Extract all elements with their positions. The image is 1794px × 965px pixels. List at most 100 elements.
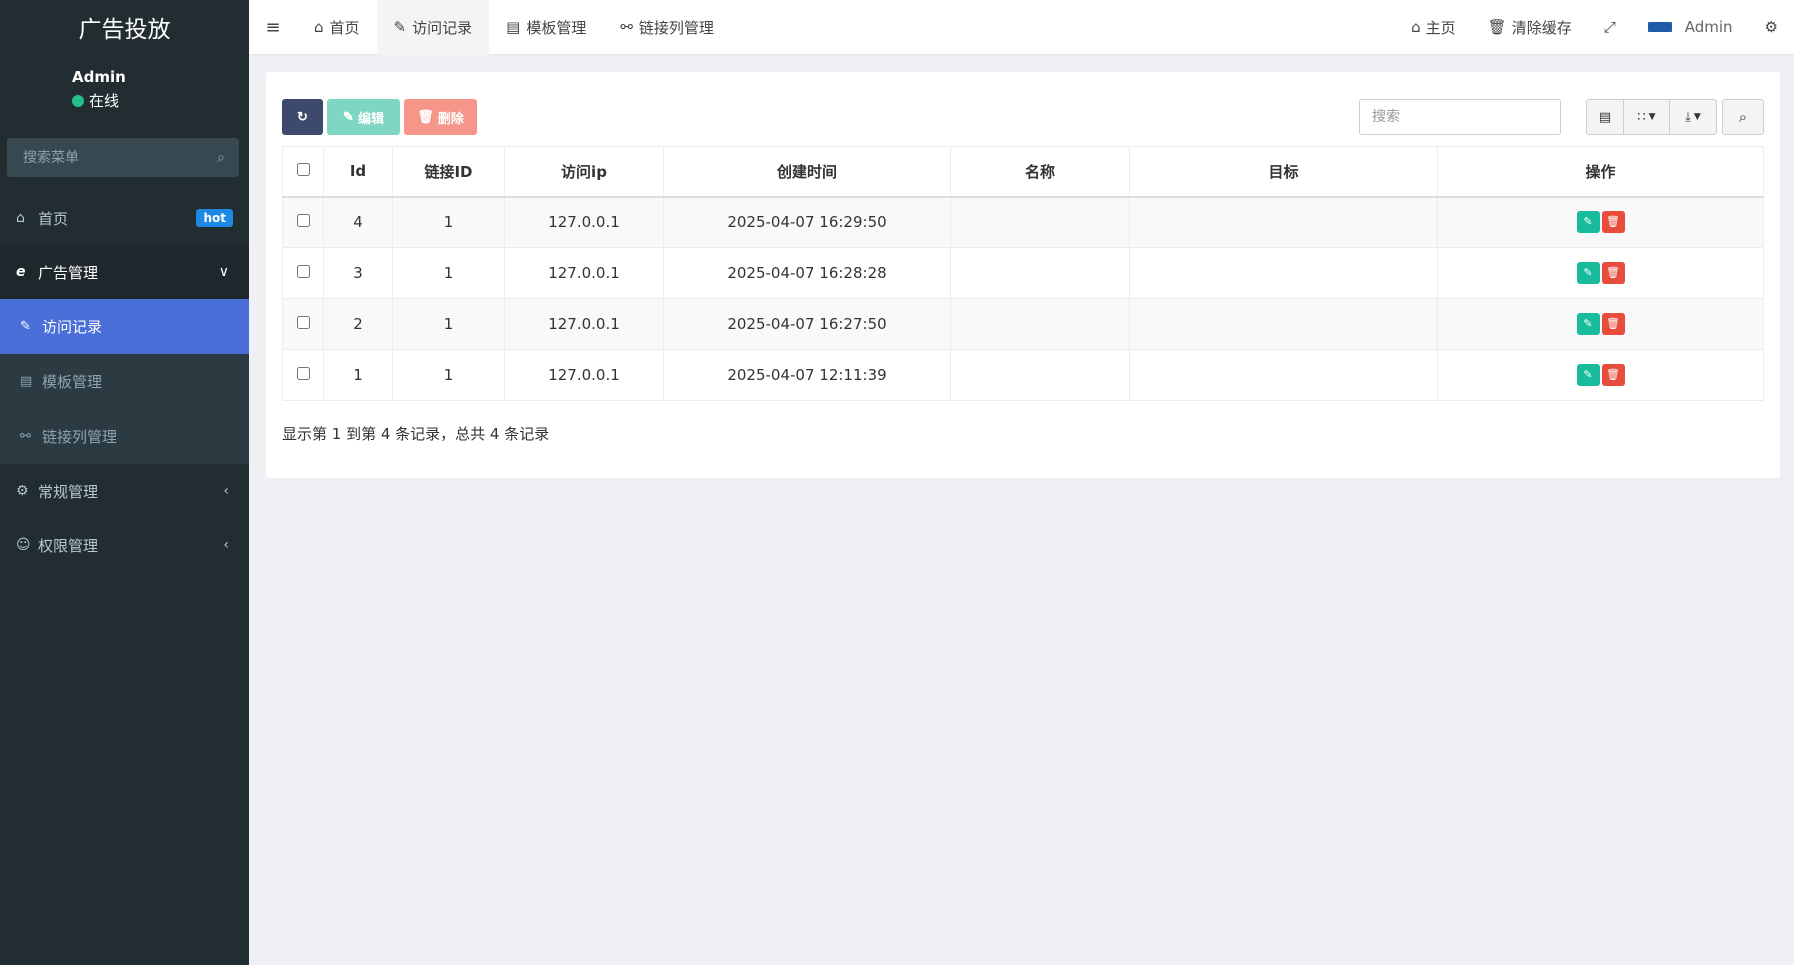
cell-target	[1129, 196, 1438, 248]
toggle-view-button[interactable]: ▤	[1587, 100, 1624, 134]
select-all-checkbox[interactable]	[296, 163, 310, 177]
row-checkbox[interactable]	[296, 316, 310, 329]
table-row[interactable]: 3 1 127.0.0.1 2025-04-07 16:28:28 ✎ 🗑︎	[282, 247, 1764, 299]
row-edit-button[interactable]: ✎	[1576, 262, 1600, 284]
unlink-icon: ⚯	[620, 18, 633, 36]
table-row[interactable]: 1 1 127.0.0.1 2025-04-07 12:11:39 ✎ 🗑︎	[282, 349, 1764, 401]
gears-icon: ⚙	[1764, 18, 1778, 36]
header-target[interactable]: 目标	[1129, 146, 1438, 198]
sidebar-item-permission-management[interactable]: ☺ 权限管理 ‹	[0, 518, 249, 572]
row-select-cell	[282, 247, 324, 299]
search-input[interactable]	[1359, 99, 1561, 135]
edit-button[interactable]: ✎ 编辑	[327, 99, 400, 135]
row-delete-button[interactable]: 🗑︎	[1601, 211, 1625, 234]
table-row[interactable]: 4 1 127.0.0.1 2025-04-07 16:29:50 ✎ 🗑︎	[282, 196, 1764, 248]
top-right-actions: ⌂ 主页 🗑︎ 清除缓存 ⤢ Admin ⚙	[1395, 0, 1794, 55]
cell-link-id: 1	[392, 196, 505, 248]
columns-dropdown-button[interactable]: ∷ ▼	[1624, 100, 1670, 134]
trash-icon: 🗑︎	[1606, 317, 1620, 330]
cell-ip: 127.0.0.1	[504, 349, 664, 401]
row-edit-button[interactable]: ✎	[1576, 211, 1600, 234]
chevron-left-icon: ‹	[223, 537, 229, 553]
row-checkbox[interactable]	[296, 265, 310, 278]
top-navbar: ≡ ⌂ 首页 ✎ 访问记录 ▤ 模板管理 ⚯ 链接列管理 ⌂ 主页 🗑︎ 清除缓…	[249, 0, 1794, 55]
brand-title[interactable]: 广告投放	[0, 0, 249, 54]
sidebar-item-template-management[interactable]: ▤ 模板管理	[0, 354, 249, 409]
menu-search-input[interactable]	[21, 148, 201, 167]
sidebar-toggle-icon[interactable]: ≡	[249, 17, 297, 38]
cell-created: 2025-04-07 16:28:28	[663, 247, 951, 299]
search-icon[interactable]: ⌕	[217, 150, 225, 166]
cell-id: 4	[323, 196, 393, 248]
sidebar-item-general-management[interactable]: ⚙ 常规管理 ‹	[0, 464, 249, 518]
home-link-label: 主页	[1425, 18, 1456, 37]
header-operations: 操作	[1437, 146, 1764, 198]
cell-created: 2025-04-07 16:29:50	[663, 196, 951, 248]
user-name: Admin	[72, 68, 126, 86]
submenu-ad-management: ✎ 访问记录 ▤ 模板管理 ⚯ 链接列管理	[0, 299, 249, 464]
export-icon: ⤓	[1685, 109, 1691, 125]
cell-created: 2025-04-07 16:27:50	[663, 298, 951, 350]
chevron-down-icon: ∨	[218, 264, 229, 280]
home-icon: ⌂	[16, 210, 25, 226]
cell-link-id: 1	[392, 298, 505, 350]
trash-icon: 🗑︎	[1606, 266, 1620, 279]
row-select-cell	[282, 349, 324, 401]
header-id[interactable]: Id	[323, 146, 393, 198]
pencil-icon: ✎	[20, 319, 31, 334]
cell-ip: 127.0.0.1	[504, 247, 664, 299]
header-visit-ip[interactable]: 访问ip	[504, 146, 664, 198]
row-delete-button[interactable]: 🗑︎	[1601, 364, 1625, 386]
cell-name	[950, 196, 1130, 248]
user-status-label: 在线	[89, 92, 120, 110]
cell-id: 3	[323, 247, 393, 299]
row-edit-button[interactable]: ✎	[1576, 313, 1600, 335]
cell-target	[1129, 349, 1438, 401]
table-row[interactable]: 2 1 127.0.0.1 2025-04-07 16:27:50 ✎ 🗑︎	[282, 298, 1764, 350]
refresh-button[interactable]: ↻	[282, 99, 323, 135]
row-delete-button[interactable]: 🗑︎	[1601, 313, 1625, 335]
online-dot-icon	[72, 94, 84, 107]
caret-down-icon: ▼	[1648, 112, 1656, 122]
tab-home[interactable]: ⌂ 首页	[297, 0, 377, 55]
tab-label: 链接列管理	[638, 18, 714, 37]
cell-ip: 127.0.0.1	[504, 298, 664, 350]
pencil-icon: ✎	[393, 18, 407, 36]
tab-link-list-management[interactable]: ⚯ 链接列管理	[603, 0, 731, 55]
row-checkbox[interactable]	[296, 214, 310, 228]
header-created-time[interactable]: 创建时间	[663, 146, 951, 198]
clear-cache-button[interactable]: 🗑︎ 清除缓存	[1472, 17, 1588, 38]
search-icon: ⌕	[1738, 108, 1748, 126]
export-dropdown-button[interactable]: ⤓ ▼	[1670, 100, 1716, 134]
ie-icon: e	[16, 264, 26, 280]
cell-name	[950, 349, 1130, 401]
visit-records-table: Id 链接ID 访问ip 创建时间 名称 目标 操作 4 1 127.0.0.1…	[282, 146, 1764, 401]
sidebar-item-label: 访问记录	[42, 318, 103, 336]
row-delete-button[interactable]: 🗑︎	[1601, 262, 1625, 284]
row-checkbox[interactable]	[296, 367, 310, 380]
pencil-icon: ✎	[1583, 317, 1593, 330]
settings-button[interactable]: ⚙	[1749, 18, 1794, 36]
sidebar-item-ad-management[interactable]: e 广告管理 ∨	[0, 245, 249, 299]
home-link[interactable]: ⌂ 主页	[1395, 17, 1472, 38]
tab-template-management[interactable]: ▤ 模板管理	[489, 0, 603, 55]
sidebar-item-label: 模板管理	[42, 373, 103, 391]
sidebar-item-link-list-management[interactable]: ⚯ 链接列管理	[0, 409, 249, 464]
sidebar-item-home[interactable]: ⌂ 首页 hot	[0, 191, 249, 245]
delete-button[interactable]: 🗑︎ 删除	[404, 99, 477, 135]
fullscreen-button[interactable]: ⤢	[1588, 18, 1632, 36]
row-select-cell	[282, 196, 324, 248]
header-name[interactable]: 名称	[950, 146, 1130, 198]
th-icon: ∷	[1637, 109, 1646, 125]
tab-label: 模板管理	[526, 18, 587, 37]
sidebar-item-visit-records[interactable]: ✎ 访问记录	[0, 299, 249, 354]
admin-menu[interactable]: Admin	[1632, 18, 1749, 36]
header-link-id[interactable]: 链接ID	[392, 146, 505, 198]
tab-visit-records[interactable]: ✎ 访问记录	[376, 0, 490, 55]
cell-operations: ✎ 🗑︎	[1437, 298, 1764, 350]
row-edit-button[interactable]: ✎	[1576, 364, 1600, 386]
edit-button-label: 编辑	[357, 110, 384, 126]
admin-avatar	[1647, 22, 1672, 32]
cell-id: 1	[323, 349, 393, 401]
advanced-search-button[interactable]: ⌕	[1722, 99, 1764, 135]
